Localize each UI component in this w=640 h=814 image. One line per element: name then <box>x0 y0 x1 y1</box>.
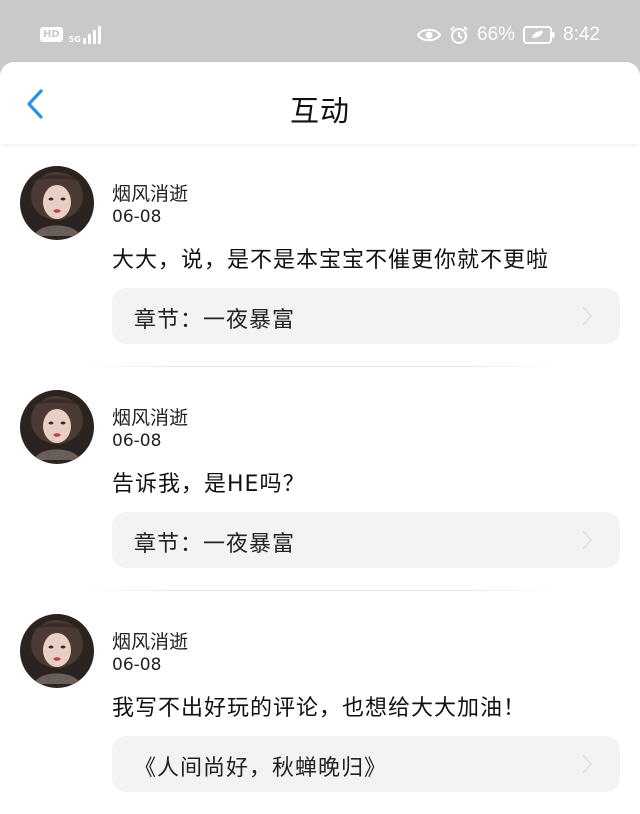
hd-badge: HD <box>40 26 63 42</box>
comment-text: 我写不出好玩的评论，也想给大大加油！ <box>112 696 527 721</box>
chapter-link[interactable]: 《人间尚好，秋蝉晚归》 <box>112 736 620 792</box>
comment-item: 烟风消逝 06-08 大大，说，是不是本宝宝不催更你就不更啦 章节：一夜暴富 <box>0 164 640 364</box>
divider <box>80 590 560 591</box>
battery-percent: 66% <box>476 24 516 45</box>
comment-item: 烟风消逝 06-08 告诉我，是HE吗？ 章节：一夜暴富 <box>0 388 640 588</box>
avatar[interactable] <box>20 390 94 464</box>
chevron-right-icon <box>582 754 593 774</box>
divider <box>80 366 560 367</box>
page-title: 互动 <box>289 94 350 128</box>
battery-icon <box>523 26 555 44</box>
chapter-link[interactable]: 章节：一夜暴富 <box>112 288 620 344</box>
user-name[interactable]: 烟风消逝 <box>112 627 188 654</box>
network-type: 5G <box>68 35 81 44</box>
alarm-icon <box>449 25 469 45</box>
signal-indicator: 5G <box>69 24 101 44</box>
chevron-right-icon <box>582 306 593 326</box>
chevron-right-icon <box>582 530 593 550</box>
clock: 8:42 <box>563 24 600 45</box>
avatar[interactable] <box>20 166 94 240</box>
status-right: 66% 8:42 <box>416 24 600 46</box>
chapter-label: 章节：一夜暴富 <box>134 532 296 557</box>
comment-text: 大大，说，是不是本宝宝不催更你就不更啦 <box>112 248 550 273</box>
avatar[interactable] <box>20 614 94 688</box>
eye-comfort-icon <box>416 27 441 43</box>
comment-item: 烟风消逝 06-08 我写不出好玩的评论，也想给大大加油！ 《人间尚好，秋蝉晚归… <box>0 612 640 812</box>
comment-date: 06-08 <box>112 207 162 227</box>
signal-bars-icon <box>82 26 101 44</box>
chapter-link[interactable]: 章节：一夜暴富 <box>112 512 620 568</box>
user-name[interactable]: 烟风消逝 <box>112 179 188 206</box>
user-name[interactable]: 烟风消逝 <box>112 403 188 430</box>
comment-text: 告诉我，是HE吗？ <box>112 472 306 497</box>
nav-header: 互动 <box>0 62 640 144</box>
chapter-label: 章节：一夜暴富 <box>134 308 296 333</box>
status-left: HD 5G <box>40 24 101 44</box>
chapter-label: 《人间尚好，秋蝉晚归》 <box>134 756 388 781</box>
comment-date: 06-08 <box>112 655 162 675</box>
comment-date: 06-08 <box>112 431 162 451</box>
